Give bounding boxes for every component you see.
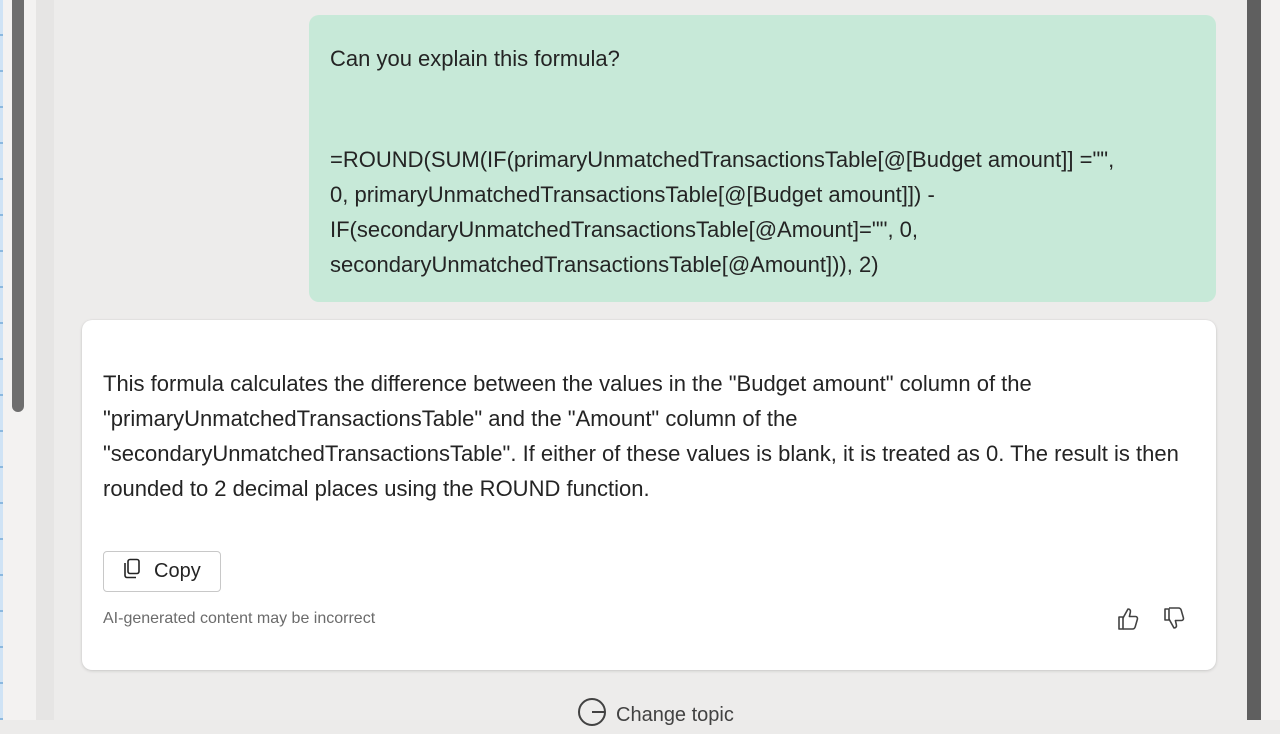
new-topic-icon — [576, 696, 608, 734]
copy-icon — [122, 558, 142, 586]
copy-button-label: Copy — [154, 560, 201, 582]
change-topic-label: Change topic — [616, 703, 734, 726]
spreadsheet-cells — [0, 0, 3, 720]
copy-button[interactable]: Copy — [103, 551, 221, 592]
ai-disclaimer: AI-generated content may be incorrect — [103, 610, 376, 627]
user-message-bubble: Can you explain this formula? =ROUND(SUM… — [309, 15, 1216, 302]
thumbs-up-icon — [1116, 606, 1140, 637]
spreadsheet-scrollbar-thumb[interactable] — [12, 0, 24, 412]
user-formula-text: =ROUND(SUM(IF(primaryUnmatchedTransactio… — [330, 147, 1115, 277]
thumbs-up-button[interactable] — [1115, 607, 1141, 635]
pane-left-border — [36, 0, 55, 720]
ai-response-text: This formula calculates the difference b… — [103, 371, 1179, 501]
user-question-text: Can you explain this formula? — [330, 46, 620, 71]
ai-response-card: This formula calculates the difference b… — [82, 320, 1216, 670]
window-right-border — [1247, 0, 1261, 720]
window-right-edge — [1261, 0, 1280, 720]
thumbs-down-button[interactable] — [1161, 606, 1187, 637]
change-topic-button[interactable]: Change topic — [576, 698, 734, 730]
thumbs-down-icon — [1162, 606, 1186, 637]
